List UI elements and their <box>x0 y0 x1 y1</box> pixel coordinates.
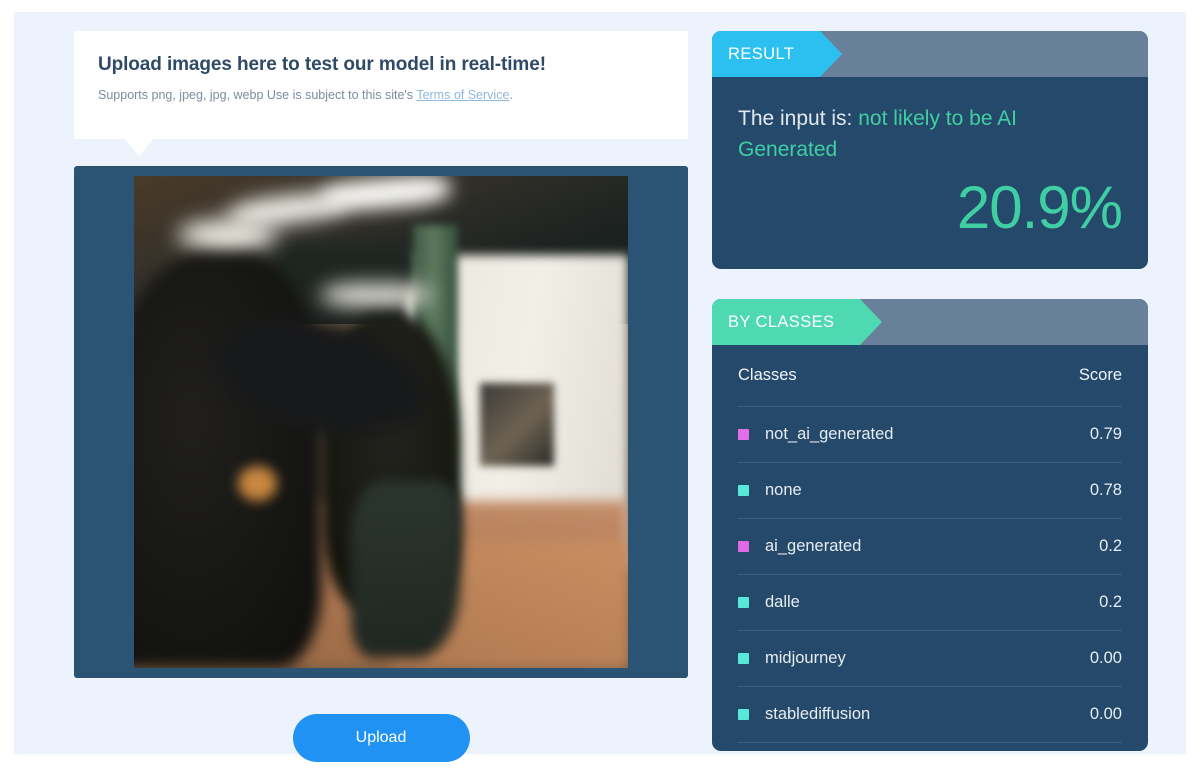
by-classes-tag-label: BY CLASSES <box>728 312 835 331</box>
table-header-row: Classes Score <box>738 345 1122 407</box>
class-name-label: midjourney <box>765 649 846 667</box>
result-panel: RESULT The input is: not likely to be AI… <box>712 31 1148 269</box>
class-score-cell: 0.00 <box>1089 705 1122 723</box>
table-row: midjourney 0.00 <box>738 631 1122 687</box>
result-tag-label: RESULT <box>728 44 795 63</box>
upload-subtitle: Supports png, jpeg, jpg, webp Use is sub… <box>98 87 664 103</box>
results-column: RESULT The input is: not likely to be AI… <box>712 31 1148 751</box>
class-color-swatch-icon <box>738 541 749 552</box>
photo-ceiling-light <box>321 284 431 307</box>
photo-legs <box>351 481 461 659</box>
class-color-swatch-icon <box>738 709 749 720</box>
class-name-cell: midjourney <box>738 649 1090 668</box>
classes-table: Classes Score not_ai_generated 0.79 none 0.… <box>712 345 1148 751</box>
upload-title: Upload images here to test our model in … <box>98 54 546 75</box>
table-row: stablediffusion 0.00 <box>738 687 1122 743</box>
by-classes-panel: BY CLASSES Classes Score not_ai_generate… <box>712 299 1148 751</box>
class-score-cell: 0.00 <box>1089 649 1122 667</box>
photo-person-left <box>134 254 322 668</box>
class-name-cell: dalle <box>738 593 1099 612</box>
class-rows-container: not_ai_generated 0.79 none 0.78 ai_generated… <box>738 407 1122 743</box>
class-score-cell: 0.2 <box>1099 537 1122 555</box>
image-preview-panel[interactable] <box>74 166 688 678</box>
class-score-cell: 0.78 <box>1089 481 1122 499</box>
terms-of-service-link[interactable]: Terms of Service <box>416 88 509 102</box>
table-row: none 0.78 <box>738 463 1122 519</box>
table-row: not_ai_generated 0.79 <box>738 407 1122 463</box>
class-name-cell: ai_generated <box>738 537 1099 556</box>
table-row: ai_generated 0.2 <box>738 519 1122 575</box>
upload-button[interactable]: Upload <box>292 714 470 762</box>
upload-column: Upload images here to test our model in … <box>74 31 688 768</box>
column-header-score: Score <box>1078 366 1122 384</box>
app-root: Upload images here to test our model in … <box>0 0 1200 768</box>
upload-instructions-card: Upload images here to test our model in … <box>74 31 688 156</box>
photo-layers <box>134 176 628 668</box>
upload-subtitle-text: Supports png, jpeg, jpg, webp Use is sub… <box>98 88 417 102</box>
uploaded-image-preview <box>134 176 628 668</box>
by-classes-tag: BY CLASSES <box>712 299 883 345</box>
class-name-cell: stablediffusion <box>738 705 1090 724</box>
by-classes-panel-header: BY CLASSES <box>712 299 1148 345</box>
upload-subtitle-period: . <box>509 88 513 102</box>
class-color-swatch-icon <box>738 653 749 664</box>
class-name-label: none <box>765 481 802 499</box>
class-name-label: not_ai_generated <box>765 425 894 443</box>
result-body: The input is: not likely to be AI Genera… <box>712 77 1148 269</box>
verdict-prefix: The input is: <box>738 107 853 130</box>
class-color-swatch-icon <box>738 485 749 496</box>
class-color-swatch-icon <box>738 429 749 440</box>
class-name-label: ai_generated <box>765 537 862 555</box>
verdict-line: The input is: not likely to be AI Genera… <box>738 103 1122 165</box>
result-tag: RESULT <box>712 31 843 77</box>
class-name-label: stablediffusion <box>765 705 871 723</box>
speech-bubble-tail <box>124 138 154 156</box>
class-name-label: dalle <box>765 593 800 611</box>
photo-poster <box>479 382 554 467</box>
class-score-cell: 0.79 <box>1089 425 1122 443</box>
upload-button-container: Upload <box>74 714 688 762</box>
class-score-cell: 0.2 <box>1099 593 1122 611</box>
class-name-cell: not_ai_generated <box>738 425 1090 444</box>
column-header-classes: Classes <box>738 366 797 384</box>
class-color-swatch-icon <box>738 597 749 608</box>
table-row: dalle 0.2 <box>738 575 1122 631</box>
class-name-cell: none <box>738 481 1090 500</box>
photo-hand <box>237 466 278 501</box>
result-panel-header: RESULT <box>712 31 1148 77</box>
result-percentage: 20.9% <box>956 174 1123 241</box>
